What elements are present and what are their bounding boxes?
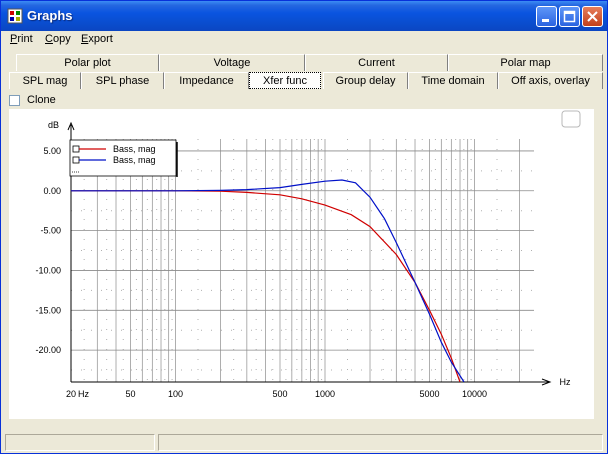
y-tick-label: -15.00 <box>35 305 61 315</box>
tab-time-domain[interactable]: Time domain <box>408 72 498 89</box>
legend-label: Bass, mag <box>113 144 156 154</box>
x-tick-label: 500 <box>272 389 287 399</box>
chart-legend[interactable]: Bass, magBass, mag <box>69 139 178 177</box>
minimize-button[interactable] <box>536 6 557 27</box>
tab-xfer-func[interactable]: Xfer func <box>249 72 321 89</box>
y-tick-label: -5.00 <box>40 226 61 236</box>
tab-group-delay[interactable]: Group delay <box>323 72 408 89</box>
y-tick-label: 0.00 <box>43 186 61 196</box>
y-tick-label: -10.00 <box>35 265 61 275</box>
x-axis-label: Hz <box>560 377 571 387</box>
tab-spl-mag[interactable]: SPL mag <box>9 72 81 89</box>
tab-voltage[interactable]: Voltage <box>159 54 305 71</box>
status-panel-left <box>5 434 155 451</box>
close-icon <box>587 11 598 22</box>
menu-print[interactable]: Print <box>10 33 33 45</box>
graphs-window: Graphs Print Copy Export Polar plot Volt… <box>0 0 608 454</box>
xfer-func-chart[interactable]: dB Hz 5.00 0.00 -5.00 -10.00 -15.00 -20.00 20 50 1… <box>9 109 594 419</box>
minimize-icon <box>542 19 549 22</box>
status-panel-right <box>158 434 603 451</box>
series-line-2 <box>71 179 465 382</box>
title-bar[interactable]: Graphs <box>1 1 607 31</box>
tab-current[interactable]: Current <box>305 54 448 71</box>
x-tick-label: 100 <box>168 389 183 399</box>
tab-polar-map[interactable]: Polar map <box>448 54 603 71</box>
close-button[interactable] <box>582 6 603 27</box>
legend-checkbox <box>72 156 80 164</box>
x-tick-label: 10000 <box>462 389 487 399</box>
x-tick-label: 1000 <box>315 389 335 399</box>
window-title: Graphs <box>27 8 73 23</box>
menu-export[interactable]: Export <box>81 33 113 45</box>
tab-off-axis-overlay[interactable]: Off axis, overlay <box>498 72 603 89</box>
y-axis-label: dB <box>48 120 59 130</box>
chart-option-box[interactable] <box>561 110 581 128</box>
menu-copy[interactable]: Copy <box>45 33 71 45</box>
tab-impedance[interactable]: Impedance <box>164 72 249 89</box>
menu-bar: Print Copy Export <box>1 31 607 49</box>
clone-checkbox[interactable] <box>9 95 20 106</box>
x-tick-label: 20 <box>66 389 76 399</box>
maximize-icon <box>563 10 576 23</box>
y-tick-label: 5.00 <box>43 146 61 156</box>
legend-label: Bass, mag <box>113 155 156 165</box>
x-tick-label: 5000 <box>419 389 439 399</box>
legend-checkbox <box>72 145 80 153</box>
tab-polar-plot[interactable]: Polar plot <box>16 54 159 71</box>
x-tick-unit: Hz <box>78 389 89 399</box>
status-bar <box>1 432 607 453</box>
y-tick-label: -20.00 <box>35 345 61 355</box>
graph-app-icon <box>7 8 23 24</box>
graph-panel: dB Hz 5.00 0.00 -5.00 -10.00 -15.00 -20.00 20 50 1… <box>9 109 594 419</box>
maximize-button[interactable] <box>559 6 580 27</box>
x-tick-label: 50 <box>125 389 135 399</box>
chart-series <box>71 179 465 382</box>
tab-spl-phase[interactable]: SPL phase <box>81 72 164 89</box>
clone-label: Clone <box>27 94 56 106</box>
